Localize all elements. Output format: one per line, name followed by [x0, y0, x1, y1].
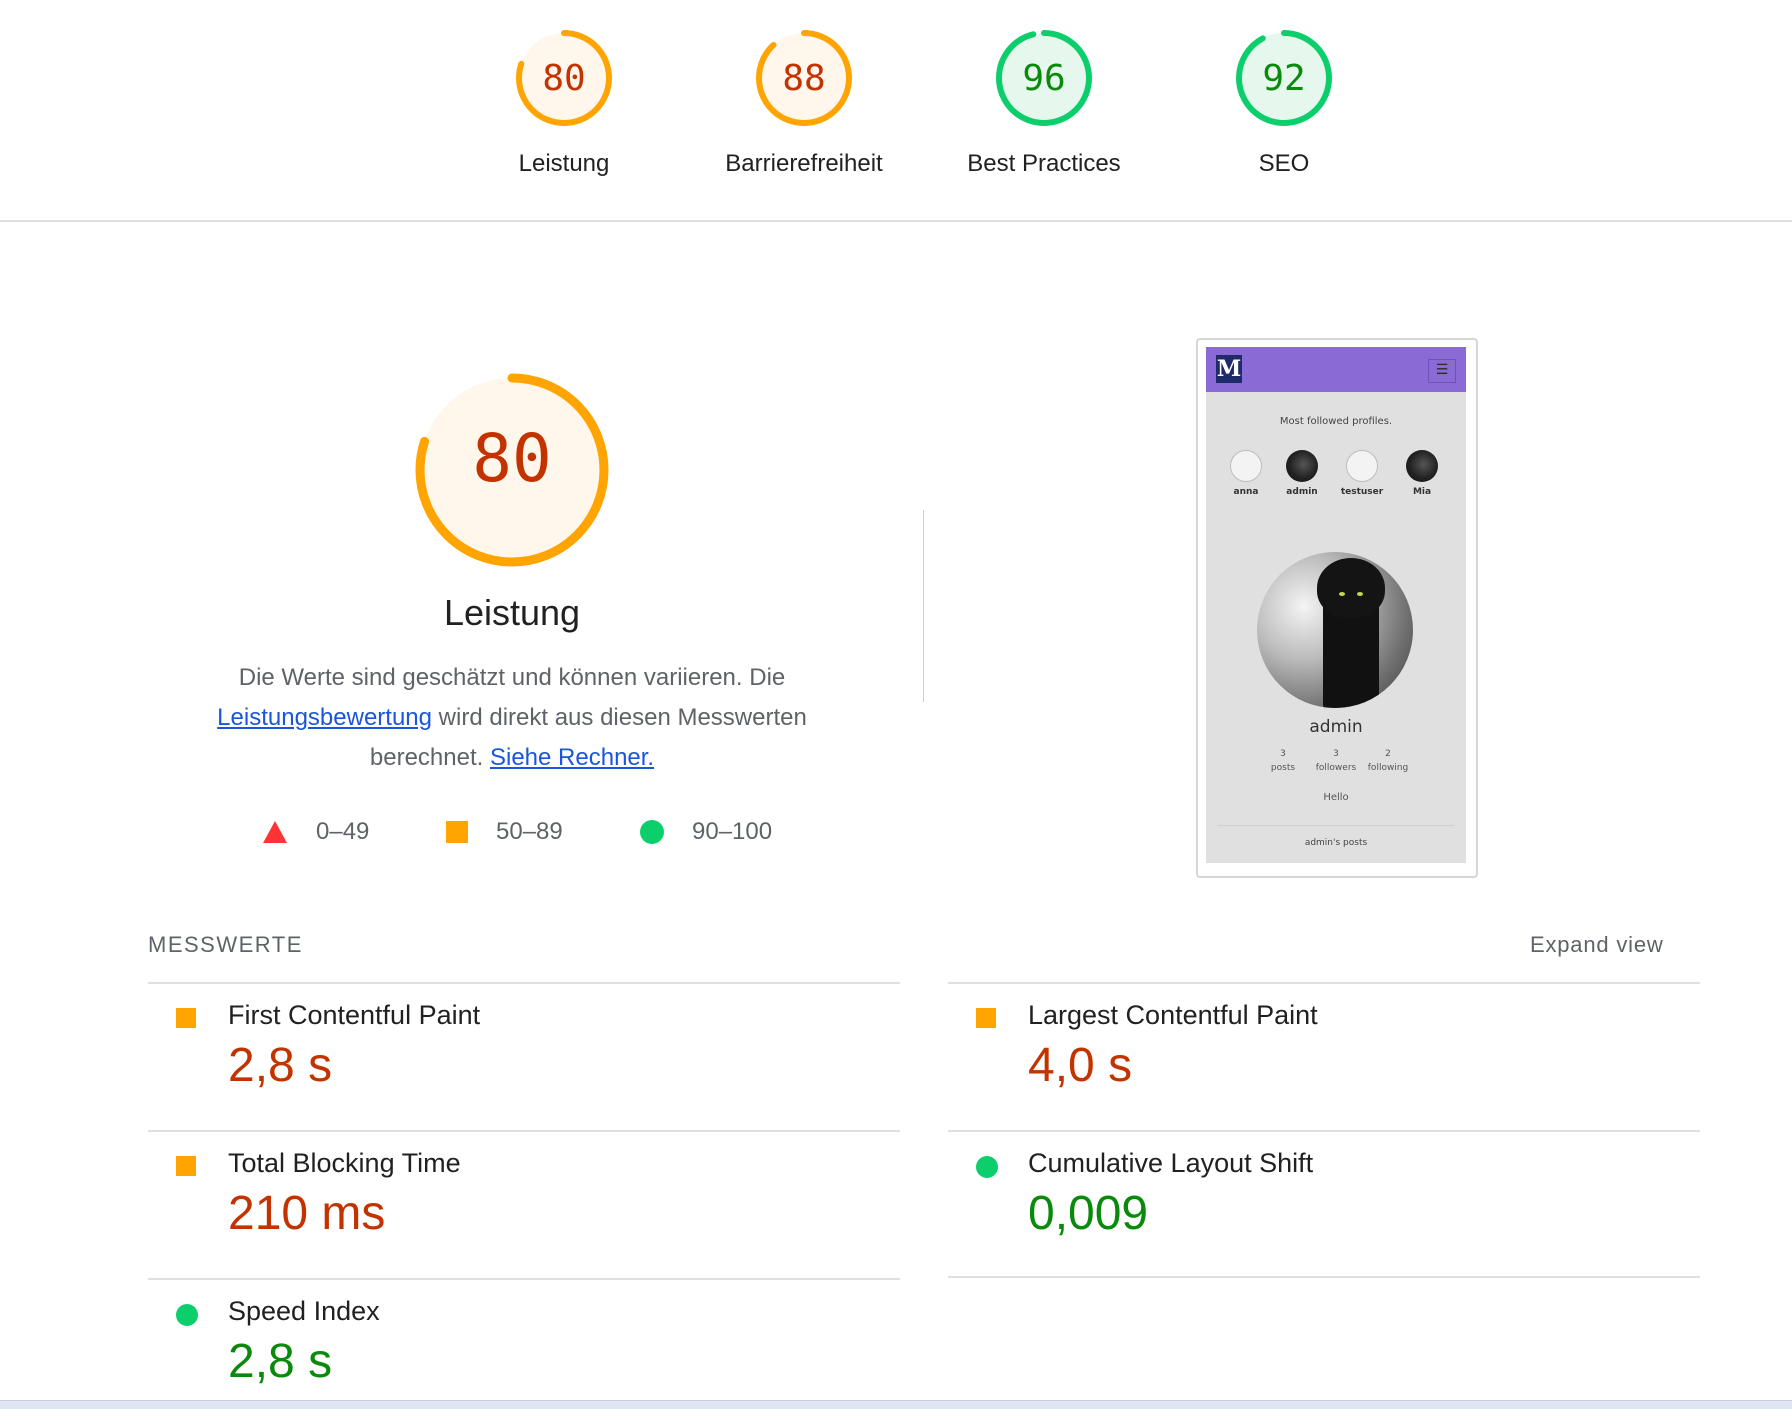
metric-value: 4,0 s: [1028, 1039, 1133, 1092]
gauge-label: Leistung: [518, 150, 610, 177]
stat-label: following: [1367, 763, 1409, 773]
gauge-performance[interactable]: 80 Leistung: [464, 28, 664, 178]
legend-range: 50–89: [496, 818, 563, 845]
gauge-best-practices[interactable]: 96 Best Practices: [944, 28, 1144, 178]
expand-view-button[interactable]: Expand view: [1530, 932, 1664, 958]
legend-fail: 0–49: [262, 818, 369, 846]
metric-value: 210 ms: [228, 1187, 386, 1240]
gauge-label: Best Practices: [967, 150, 1121, 177]
metric-cls: Cumulative Layout Shift 0,009: [948, 1132, 1698, 1280]
performance-title: Leistung: [443, 592, 581, 633]
gauge-score: 80: [542, 58, 586, 99]
gauge-score: 96: [1022, 58, 1066, 99]
legend-pass: 90–100: [640, 818, 772, 846]
description-text: Die Werte sind geschätzt und können vari…: [238, 664, 786, 691]
metric-tbt: Total Blocking Time 210 ms: [148, 1132, 898, 1280]
gauge-seo[interactable]: 92 SEO: [1184, 28, 1384, 178]
gauge-accessibility[interactable]: 88 Barrierefreiheit: [704, 28, 904, 178]
divider: [1218, 825, 1454, 826]
square-icon: [176, 1008, 196, 1028]
metric-name: Largest Contentful Paint: [1028, 1000, 1318, 1030]
metric-value: 2,8 s: [228, 1039, 333, 1092]
hamburger-icon: ☰: [1428, 359, 1456, 383]
site-logo: M: [1216, 355, 1242, 383]
square-icon: [446, 821, 468, 843]
metric-fcp: First Contentful Paint 2,8 s: [148, 984, 898, 1132]
calculator-link[interactable]: Siehe Rechner.: [490, 744, 654, 771]
circle-icon: [640, 820, 664, 844]
cat-eye: [1357, 592, 1363, 596]
posts-heading: admin's posts: [1304, 838, 1368, 848]
cat-eye: [1339, 592, 1345, 596]
profile-name: Mia: [1412, 487, 1432, 497]
avatar: [1286, 450, 1318, 482]
category-summary: 80 Leistung 88 Barrierefreiheit 96 Best …: [0, 0, 1792, 222]
cat-image: [1317, 558, 1385, 618]
metric-name: First Contentful Paint: [228, 1000, 481, 1030]
profile-username: admin: [1309, 717, 1363, 737]
metric-value: 0,009: [1028, 1187, 1149, 1240]
performance-score: 80: [472, 420, 552, 497]
legend-range: 0–49: [316, 818, 370, 845]
divider: [948, 1276, 1700, 1278]
triangle-icon: [263, 821, 287, 843]
metric-lcp: Largest Contentful Paint 4,0 s: [948, 984, 1698, 1132]
circle-icon: [976, 1156, 998, 1178]
stat-following: 2 following: [1353, 747, 1423, 775]
gauge-score: 92: [1262, 58, 1306, 99]
circle-icon: [176, 1304, 198, 1326]
square-icon: [976, 1008, 996, 1028]
legend-average: 50–89: [446, 818, 563, 846]
stat-count: 2: [1385, 749, 1391, 759]
gauge-label: Barrierefreiheit: [725, 150, 883, 177]
gauge-label: SEO: [1258, 150, 1310, 177]
divider: [923, 510, 924, 702]
metric-name: Cumulative Layout Shift: [1028, 1148, 1314, 1178]
avatar: [1406, 450, 1438, 482]
metric-name: Speed Index: [228, 1296, 380, 1326]
performance-description: Die Werte sind geschätzt und können vari…: [212, 658, 812, 778]
profile-name: admin: [1286, 487, 1318, 497]
square-icon: [176, 1156, 196, 1176]
metric-name: Total Blocking Time: [228, 1148, 461, 1178]
metrics-heading: MESSWERTE: [148, 932, 303, 957]
avatar: [1230, 450, 1262, 482]
scoring-link[interactable]: Leistungsbewertung: [217, 704, 432, 731]
metric-speed-index: Speed Index 2,8 s: [148, 1280, 898, 1400]
profile-photo: [1257, 552, 1413, 708]
gauge-score: 88: [782, 58, 826, 99]
avatar: [1346, 450, 1378, 482]
most-followed-heading: Most followed profiles.: [1279, 416, 1393, 427]
site-header: M ☰: [1206, 347, 1466, 392]
metric-value: 2,8 s: [228, 1335, 333, 1388]
profile-name: testuser: [1340, 487, 1384, 497]
legend-range: 90–100: [692, 818, 773, 845]
final-screenshot: M ☰ Most followed profiles. anna admin t…: [1206, 347, 1466, 863]
profile-bio: Hello: [1323, 792, 1349, 803]
profile-name: anna: [1233, 487, 1259, 497]
